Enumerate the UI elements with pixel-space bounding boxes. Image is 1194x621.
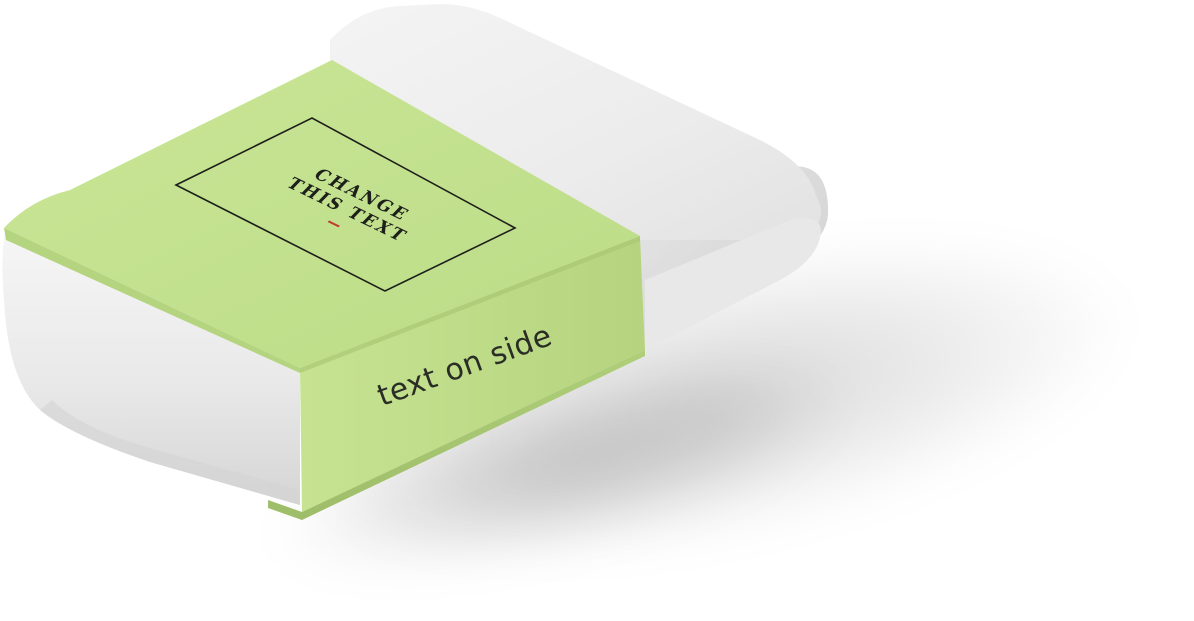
eraser-mockup-scene: CHANGE THIS TEXT text on side <box>2 4 1132 577</box>
